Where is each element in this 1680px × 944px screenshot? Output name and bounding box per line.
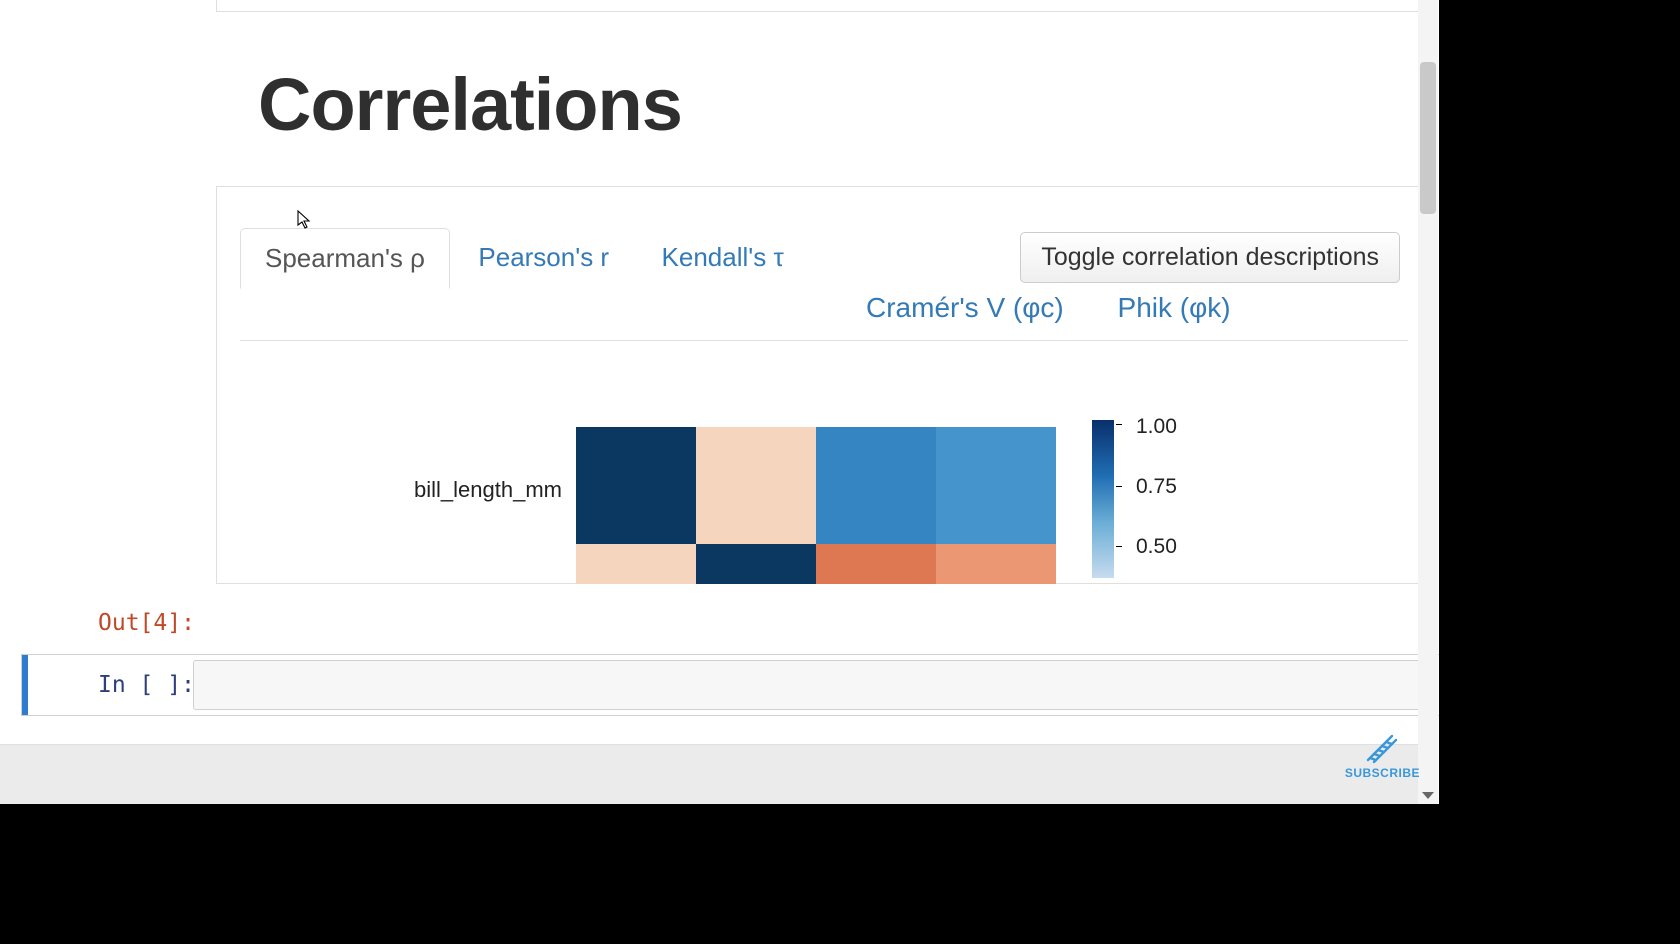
tab-spearman[interactable]: Spearman's ρ: [240, 228, 450, 289]
input-prompt: In [ ]:: [98, 672, 195, 698]
heatmap-cell: [936, 544, 1056, 584]
colorbar-tick-label: 1.00: [1136, 415, 1177, 439]
subscribe-badge[interactable]: SUBSCRIBE: [1345, 730, 1420, 780]
subscribe-label: SUBSCRIBE: [1345, 766, 1420, 780]
cell-run-indicator: [22, 655, 28, 715]
output-top-border: [216, 0, 1428, 12]
heatmap-cell: [816, 427, 936, 544]
tabs-divider: [240, 340, 1408, 341]
toggle-descriptions-button[interactable]: Toggle correlation descriptions: [1020, 232, 1400, 283]
tab-phik[interactable]: Phik (φk): [1118, 292, 1231, 323]
tab-cramers-v[interactable]: Cramér's V (φc): [866, 292, 1064, 323]
section-title: Correlations: [258, 62, 682, 147]
heatmap-cell: [816, 544, 936, 584]
output-prompt: Out[4]:: [98, 610, 195, 636]
tab-pearson[interactable]: Pearson's r: [454, 228, 633, 287]
correlation-tabs-row2: Cramér's V (φc) Phik (φk): [866, 292, 1277, 324]
dna-icon: [1362, 730, 1402, 764]
notebook-footer: [0, 744, 1438, 804]
scroll-down-arrow-icon[interactable]: [1421, 788, 1435, 802]
letterbox-right: [1439, 0, 1680, 944]
colorbar: [1092, 420, 1114, 578]
colorbar-tick-label: 0.75: [1136, 475, 1177, 499]
code-input[interactable]: [193, 660, 1432, 710]
heatmap-cell: [696, 427, 816, 544]
tab-kendall[interactable]: Kendall's τ: [638, 228, 808, 287]
heatmap-row-label: bill_length_mm: [362, 477, 562, 503]
heatmap-cell: [576, 544, 696, 584]
colorbar-tick-label: 0.50: [1136, 535, 1177, 559]
heatmap-cell: [576, 427, 696, 544]
heatmap-cell: [696, 544, 816, 584]
heatmap-cell: [936, 427, 1056, 544]
vertical-scrollbar[interactable]: [1418, 0, 1438, 804]
letterbox-bottom: [0, 804, 1680, 944]
scroll-thumb[interactable]: [1420, 62, 1436, 214]
